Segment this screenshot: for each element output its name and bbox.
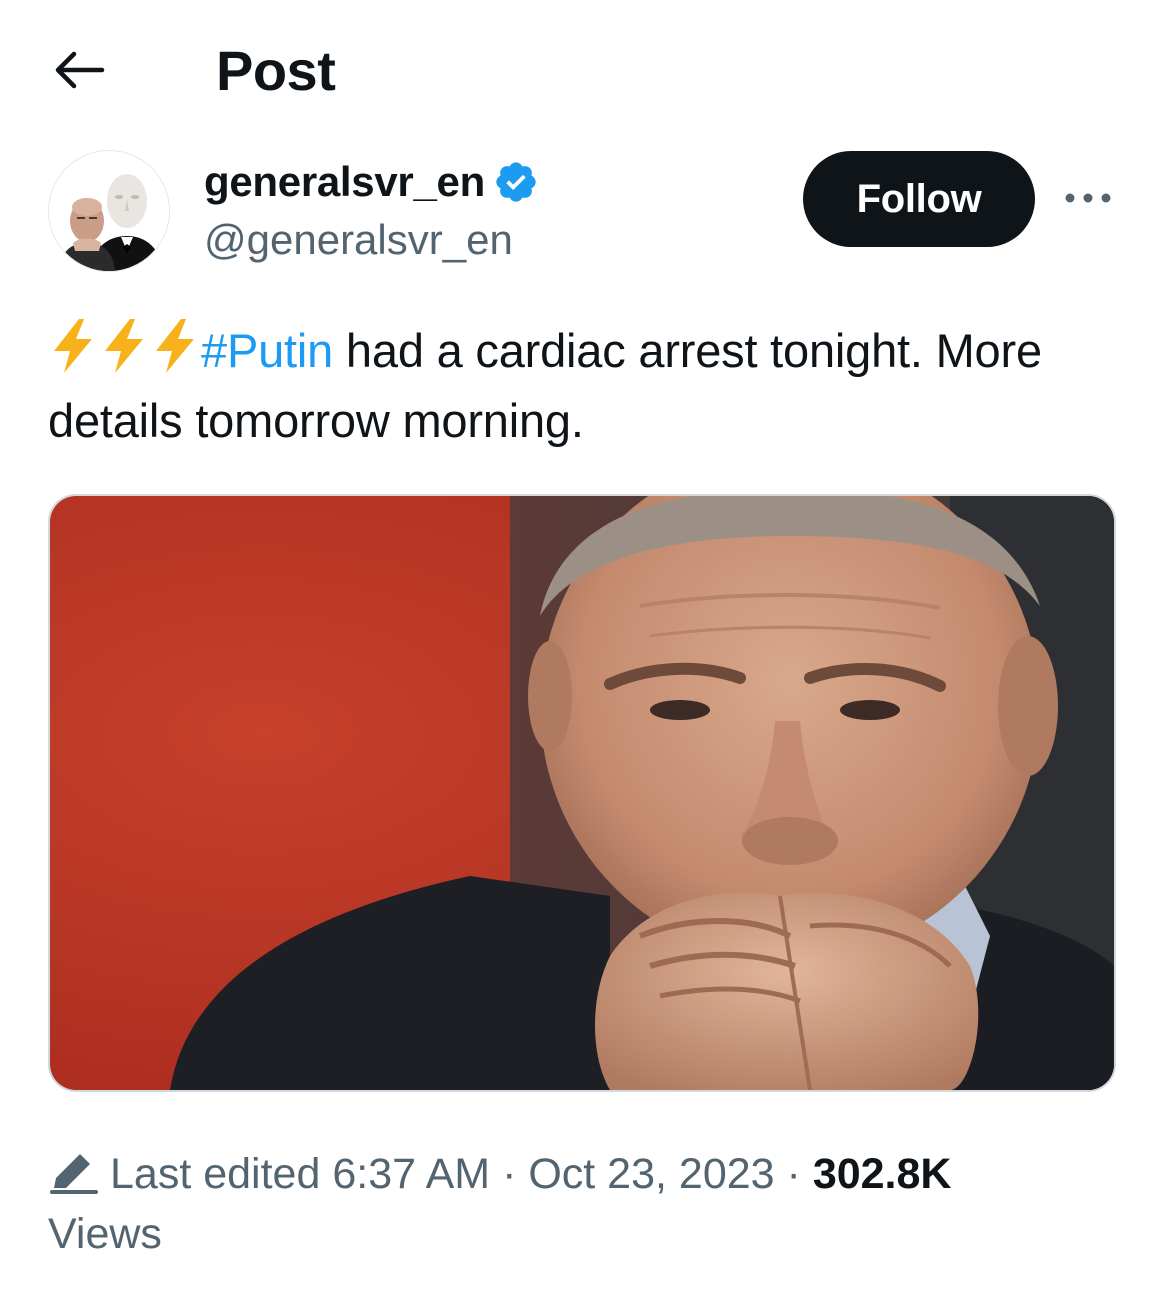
follow-button[interactable]: Follow — [803, 151, 1035, 247]
more-dots-icon — [1065, 193, 1111, 203]
avatar[interactable] — [48, 150, 170, 272]
page-title: Post — [216, 39, 336, 102]
high-voltage-icon — [54, 319, 92, 373]
arrow-left-icon — [55, 51, 105, 89]
tweet-meta: Last edited 6:37 AM · Oct 23, 2023 · 302… — [48, 1144, 1128, 1264]
post-date[interactable]: Oct 23, 2023 — [528, 1150, 774, 1198]
display-name: generalsvr_en — [204, 158, 485, 205]
hashtag-link[interactable]: #Putin — [201, 324, 333, 377]
author-handle[interactable]: @generalsvr_en — [204, 216, 513, 264]
verified-badge-icon — [493, 159, 539, 205]
more-options-button[interactable] — [1058, 175, 1118, 221]
last-edited-label[interactable]: Last edited — [110, 1150, 320, 1198]
post-time[interactable]: 6:37 AM — [332, 1150, 490, 1198]
pencil-icon — [50, 1154, 98, 1194]
meta-separator: · — [502, 1150, 517, 1198]
top-bar: Post — [0, 0, 1158, 140]
tweet-photo[interactable] — [48, 494, 1116, 1092]
author-name-row[interactable]: generalsvr_en — [204, 156, 539, 208]
views-count: 302.8K — [812, 1150, 952, 1198]
back-button[interactable] — [50, 45, 110, 95]
high-voltage-icon — [156, 319, 194, 373]
views-label: Views — [48, 1210, 162, 1258]
high-voltage-icon — [105, 319, 143, 373]
meta-separator: · — [786, 1150, 801, 1198]
tweet-text: #Putin had a cardiac arrest tonight. Mor… — [48, 316, 1128, 456]
